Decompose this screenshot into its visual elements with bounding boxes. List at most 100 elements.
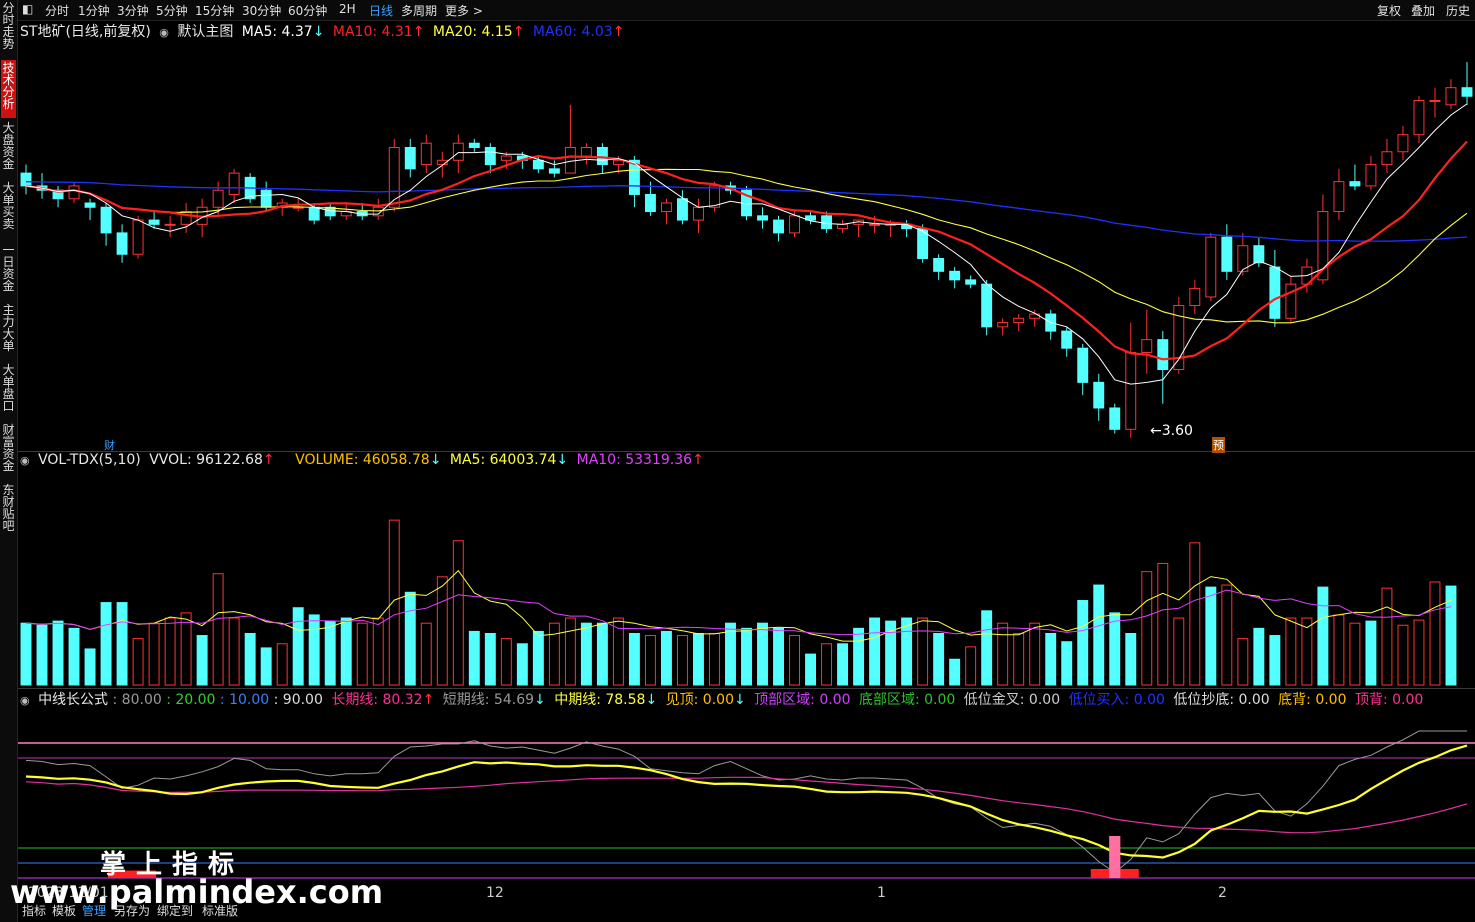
volume-bar-down (628, 632, 640, 686)
overlay-button[interactable]: 叠加 (1411, 2, 1435, 19)
volume-bar-down (1109, 612, 1121, 686)
volume-bar-down (1061, 641, 1073, 686)
candle-body (933, 258, 945, 272)
volume-bar-down (580, 622, 592, 686)
candle-body (821, 215, 833, 230)
candle-body (116, 232, 128, 255)
volume-bar-up (436, 576, 448, 686)
volume-bar-down (100, 602, 112, 686)
candle-body (1013, 317, 1025, 324)
volume-bar-down (1365, 620, 1377, 686)
fuquan-button[interactable]: 复权 (1377, 2, 1401, 19)
tab-5min[interactable]: 5分钟 (156, 2, 188, 19)
long-line (25, 776, 1468, 834)
volume-bar-up (1013, 632, 1025, 686)
tab-3min[interactable]: 3分钟 (117, 2, 149, 19)
volume-bar-down (1125, 632, 1137, 686)
candle-body (789, 215, 800, 234)
tab-daily[interactable]: 日线 (369, 2, 393, 19)
volume-bar-down (725, 622, 736, 686)
candle-body (1125, 351, 1137, 430)
volume-bar-up (821, 643, 833, 686)
candle-body (1141, 339, 1153, 353)
sidebar-item-wealth-funds[interactable]: 财富资金 (1, 424, 16, 476)
template-button[interactable]: 模板 (52, 902, 76, 919)
tab-1min[interactable]: 1分钟 (78, 2, 110, 19)
candle-body (420, 142, 432, 166)
sidebar-item-market-funds[interactable]: 大盘资金 (1, 122, 16, 174)
tab-more[interactable]: 更多 > (445, 2, 483, 19)
mid-line (25, 744, 1468, 859)
x-axis-label-feb: 2 (1218, 885, 1227, 901)
sidebar-item-day-funds[interactable]: 一日资金 (1, 244, 16, 296)
save-as-button[interactable]: 另存为 (114, 902, 150, 919)
volume-bar-down (1253, 627, 1265, 686)
bind-button[interactable]: 绑定到 (157, 902, 193, 919)
candlestick-panel (20, 62, 1473, 438)
volume-bar-down (773, 627, 784, 686)
volume-bar-up (997, 622, 1009, 686)
candle-body (1109, 407, 1121, 430)
candle-body (548, 168, 560, 174)
sidebar-item-order-book[interactable]: 大单盘口 (1, 364, 16, 416)
finance-badge[interactable]: 财 (104, 437, 115, 453)
vol-ma5-line (25, 569, 1452, 642)
x-axis-label-jan: 1 (877, 885, 886, 901)
volume-bar-down (404, 591, 416, 686)
tab-fenshi[interactable]: 分时 (45, 2, 69, 19)
volume-bar-down (292, 607, 304, 686)
volume-bar-up (212, 573, 224, 686)
volume-bar-down (1045, 632, 1057, 686)
volume-bar-up (452, 540, 464, 686)
forecast-badge[interactable]: 预 (1212, 437, 1225, 453)
volume-bar-down (324, 620, 336, 686)
volume-bar-down (532, 630, 544, 686)
sidebar-item-big-orders[interactable]: 大单买卖 (1, 182, 16, 234)
volume-bar-up (148, 622, 160, 686)
tab-60min[interactable]: 60分钟 (288, 2, 327, 19)
volume-bar-up (676, 635, 688, 686)
tab-30min[interactable]: 30分钟 (242, 2, 281, 19)
volume-bar-up (917, 617, 929, 686)
volume-bar-down (1093, 584, 1105, 686)
candle-body (404, 146, 416, 170)
tab-15min[interactable]: 15分钟 (195, 2, 234, 19)
volume-bar-down (516, 643, 528, 686)
manage-button[interactable]: 管理 (82, 902, 106, 919)
ma5-line (25, 103, 1468, 385)
candle-body (1429, 100, 1441, 103)
volume-bar-down (260, 647, 272, 686)
candle-body (164, 223, 176, 226)
candle-body (1253, 245, 1265, 264)
tab-multi-period[interactable]: 多周期 (401, 2, 437, 19)
candle-body (709, 185, 720, 208)
sidebar-item-fenshi[interactable]: 分时走势 (1, 2, 16, 54)
candle-body (1333, 181, 1345, 213)
candle-body (981, 283, 993, 328)
tab-2h[interactable]: 2H (339, 2, 356, 16)
sidebar-item-tech-analysis[interactable]: 技术分析 (1, 60, 16, 118)
volume-bar-up (1349, 622, 1361, 686)
volume-bar-up (180, 612, 192, 686)
volume-bar-down (84, 648, 96, 686)
chart-canvas[interactable] (18, 20, 1475, 900)
candle-body (20, 172, 32, 187)
indicator-button[interactable]: 指标 (22, 902, 46, 919)
volume-bar-down (1269, 635, 1281, 686)
history-button[interactable]: 历史 (1446, 2, 1470, 19)
sidebar-item-main-big[interactable]: 主力大单 (1, 304, 16, 356)
candle-body (997, 322, 1009, 328)
sidebar-toggle-icon[interactable]: ◧ (22, 2, 33, 16)
sidebar-item-guba[interactable]: 东财贴吧 (1, 484, 16, 536)
volume-bar-up (228, 617, 240, 686)
standard-edition-button[interactable]: 标准版 (202, 902, 238, 919)
volume-bar-up (1429, 581, 1441, 686)
candle-body (68, 185, 80, 200)
candle-body (757, 215, 768, 221)
volume-bar-up (1189, 542, 1201, 686)
buy-signal-bar (1109, 836, 1121, 878)
candle-body (260, 189, 272, 208)
volume-bar-down (484, 632, 496, 686)
candle-body (452, 142, 464, 161)
volume-bar-down (901, 617, 913, 686)
